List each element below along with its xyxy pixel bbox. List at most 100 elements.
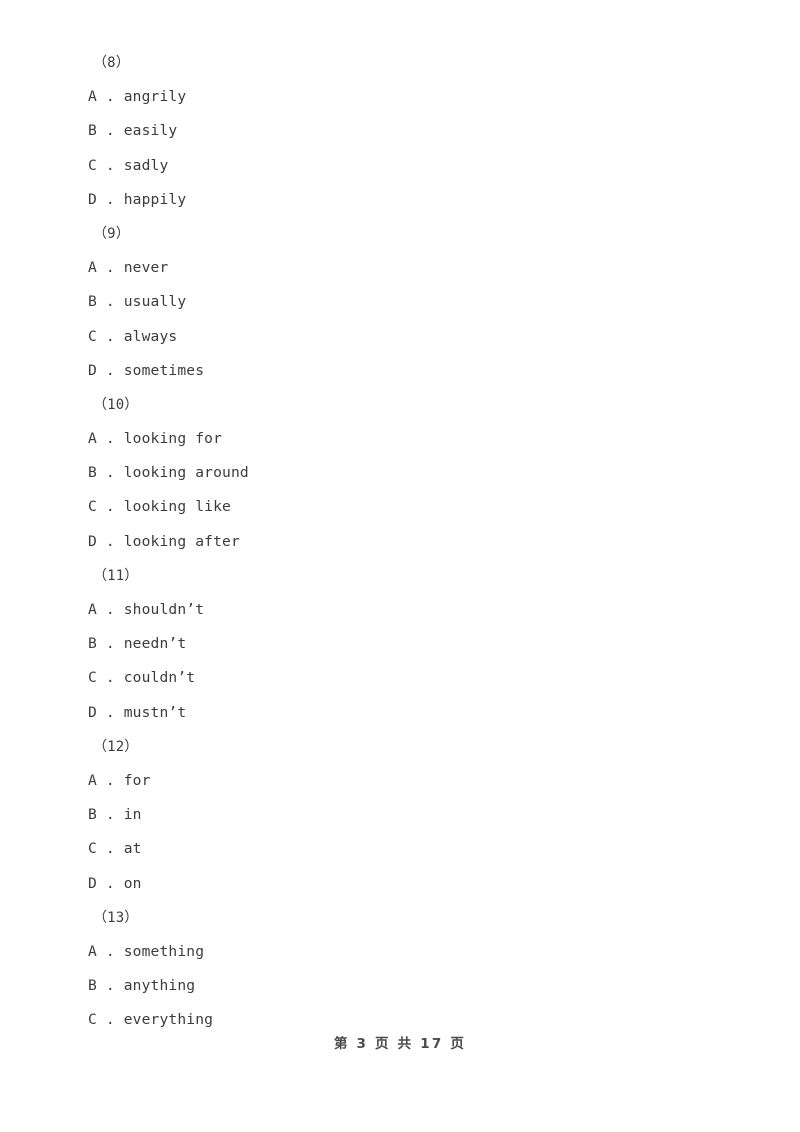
option-letter: D	[88, 361, 97, 379]
option-8-b: B . easily	[88, 114, 708, 148]
option-letter: A	[88, 259, 97, 277]
option-11-a: A . shouldn’t	[88, 593, 708, 627]
option-12-c: C . at	[88, 832, 708, 866]
document-page: （8） A . angrily B . easily C . sadly D .…	[0, 0, 800, 1132]
option-9-a: A . never	[88, 251, 708, 285]
option-letter: A	[88, 601, 97, 618]
option-letter: D	[88, 190, 97, 208]
option-letter: A	[88, 430, 97, 448]
option-8-d: D . happily	[88, 183, 708, 217]
option-separator: .	[96, 703, 124, 721]
option-text: on	[123, 874, 142, 892]
option-separator: .	[96, 806, 124, 824]
option-separator: .	[96, 601, 124, 618]
option-separator: .	[96, 464, 124, 482]
option-separator: .	[96, 840, 124, 858]
option-letter: C	[88, 498, 97, 516]
question-list: （8） A . angrily B . easily C . sadly D .…	[88, 46, 708, 1037]
option-separator: .	[96, 190, 124, 208]
option-text: for	[123, 771, 151, 789]
option-text: usually	[123, 293, 187, 311]
option-12-b: B . in	[88, 798, 708, 832]
option-text: always	[123, 327, 178, 345]
option-separator: .	[96, 259, 124, 277]
option-separator: .	[96, 293, 124, 311]
option-separator: .	[96, 532, 124, 550]
option-9-c: C . always	[88, 320, 708, 354]
option-11-b: B . needn’t	[88, 627, 708, 661]
question-number-9: （9）	[93, 225, 130, 242]
option-letter: B	[88, 293, 97, 311]
option-12-d: D . on	[88, 867, 708, 901]
option-letter: B	[88, 464, 97, 482]
option-separator: .	[96, 635, 124, 653]
option-text: looking after	[123, 532, 240, 550]
option-text: in	[123, 806, 142, 824]
option-letter: C	[88, 840, 97, 858]
option-separator: .	[96, 669, 124, 687]
option-text: easily	[123, 122, 178, 140]
option-text: sadly	[123, 156, 169, 174]
option-letter: B	[88, 122, 97, 140]
option-11-d: D . mustn’t	[88, 696, 708, 730]
option-text: shouldn’t	[123, 601, 205, 618]
option-text: everything	[123, 1011, 214, 1029]
option-letter: D	[88, 703, 97, 721]
option-separator: .	[96, 156, 124, 174]
option-separator: .	[96, 122, 124, 140]
question-number-8: （8）	[93, 55, 130, 71]
option-11-c: C . couldn’t	[88, 661, 708, 695]
option-text: never	[123, 259, 169, 277]
option-letter: C	[88, 669, 97, 687]
option-separator: .	[96, 874, 124, 892]
page-number-label: 第 3 页 共 17 页	[333, 1036, 467, 1052]
option-letter: C	[88, 327, 97, 345]
option-8-c: C . sadly	[88, 149, 708, 183]
option-separator: .	[96, 88, 124, 106]
option-letter: C	[88, 156, 97, 174]
page-footer: 第 3 页 共 17 页	[0, 1032, 800, 1052]
option-9-d: D . sometimes	[88, 354, 708, 388]
question-number-12: （12）	[93, 738, 139, 755]
option-letter: B	[88, 806, 97, 824]
option-text: needn’t	[123, 635, 187, 653]
question-number-10: （10）	[93, 396, 139, 413]
option-separator: .	[96, 327, 124, 345]
option-letter: A	[88, 88, 97, 106]
option-letter: C	[88, 1011, 97, 1029]
option-text: couldn’t	[123, 669, 196, 687]
option-separator: .	[96, 1011, 124, 1029]
option-13-a: A . something	[88, 935, 708, 969]
option-text: looking for	[123, 430, 223, 448]
option-letter: D	[88, 874, 97, 892]
option-letter: A	[88, 942, 97, 960]
option-separator: .	[96, 498, 124, 516]
option-10-a: A . looking for	[88, 422, 708, 456]
option-text: angrily	[123, 88, 187, 106]
option-letter: B	[88, 977, 97, 995]
option-letter: A	[88, 771, 97, 789]
option-letter: B	[88, 635, 97, 653]
option-12-a: A . for	[88, 764, 708, 798]
option-separator: .	[96, 771, 124, 789]
option-text: looking around	[123, 464, 249, 482]
option-text: happily	[123, 190, 187, 208]
option-separator: .	[96, 361, 124, 379]
option-8-a: A . angrily	[88, 80, 708, 114]
option-9-b: B . usually	[88, 285, 708, 319]
option-text: looking like	[123, 498, 231, 516]
option-13-b: B . anything	[88, 969, 708, 1003]
option-10-c: C . looking like	[88, 490, 708, 524]
option-10-b: B . looking around	[88, 456, 708, 490]
option-text: anything	[123, 977, 196, 995]
option-text: at	[123, 840, 142, 858]
option-letter: D	[88, 532, 97, 550]
option-10-d: D . looking after	[88, 525, 708, 559]
option-separator: .	[96, 430, 124, 448]
option-text: mustn’t	[123, 703, 187, 721]
option-text: sometimes	[123, 361, 205, 379]
question-number-13: （13）	[93, 909, 139, 926]
option-text: something	[123, 942, 205, 960]
question-number-11: （11）	[93, 567, 139, 584]
option-separator: .	[96, 942, 124, 960]
